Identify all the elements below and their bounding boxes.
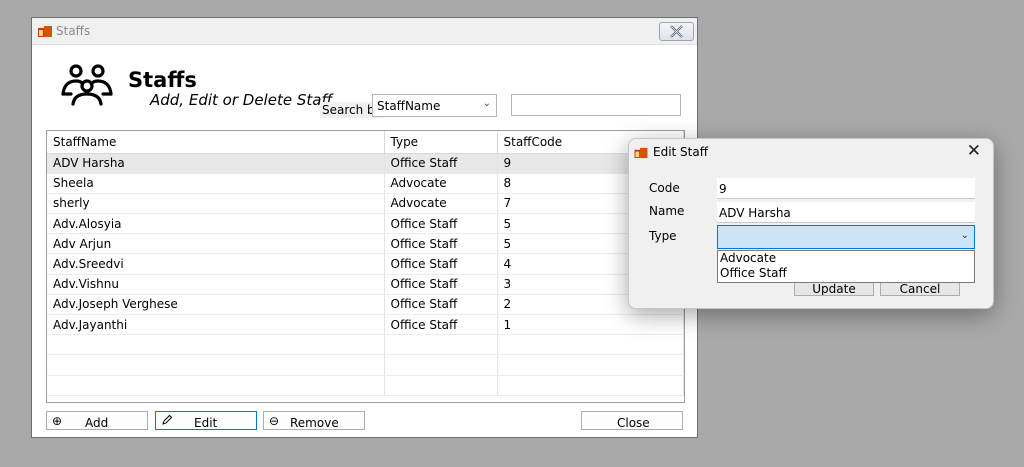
cell-type: Office Staff: [384, 213, 498, 235]
cell-type: Office Staff: [384, 233, 498, 255]
table-row[interactable]: sherly Advocate 7: [47, 193, 684, 215]
remove-button[interactable]: ⊖ Remove: [263, 411, 365, 430]
header-subtitle: Add, Edit or Delete Staff: [150, 91, 333, 109]
type-label: Type: [649, 229, 677, 243]
type-dropdown-list: Advocate Office Staff: [717, 250, 975, 283]
cell-staffname: Adv.Vishnu: [47, 274, 385, 295]
code-label: Code: [649, 181, 680, 195]
staffs-window: Staffs Staffs Add, Edit or Delete Staff …: [31, 17, 698, 438]
chevron-down-icon: ⌄: [960, 230, 969, 241]
remove-button-label: Remove: [290, 416, 339, 430]
search-by-select[interactable]: StaffName ⌄: [372, 94, 497, 117]
search-by-value: StaffName: [377, 99, 441, 113]
edit-button-label: Edit: [194, 416, 218, 430]
pencil-icon: [162, 414, 173, 425]
table-row[interactable]: Adv.Jayanthi Office Staff 1: [47, 314, 684, 336]
cell-type: Advocate: [384, 193, 498, 215]
type-option-advocate[interactable]: Advocate: [718, 251, 974, 266]
table-row[interactable]: Adv Arjun Office Staff 5: [47, 233, 684, 255]
staffs-titlebar: Staffs: [32, 18, 697, 45]
edit-dialog-titlebar: Edit Staff ✕: [629, 139, 993, 165]
cell-type: Advocate: [384, 173, 498, 194]
edit-button[interactable]: Edit: [155, 411, 257, 430]
empty-row: [47, 375, 684, 396]
close-icon[interactable]: ✕: [967, 141, 981, 161]
cell-staffname: Adv.Alosyia: [47, 213, 385, 235]
cell-type: Office Staff: [384, 314, 498, 336]
add-button[interactable]: ⊕ Add: [46, 411, 148, 430]
close-window-button[interactable]: [659, 22, 694, 41]
edit-dialog-title: Edit Staff: [653, 145, 708, 159]
close-button[interactable]: Close: [581, 411, 683, 430]
cell-type: Office Staff: [384, 274, 498, 295]
code-field[interactable]: 9: [717, 178, 975, 199]
plus-circle-icon: ⊕: [52, 414, 63, 428]
table-row[interactable]: Adv.Alosyia Office Staff 5: [47, 213, 684, 235]
column-header-type[interactable]: Type: [384, 131, 498, 154]
column-header-staffname[interactable]: StaffName: [47, 131, 385, 154]
table-row[interactable]: ADV Harsha Office Staff 9: [47, 153, 684, 174]
table-row[interactable]: Adv.Vishnu Office Staff 3: [47, 274, 684, 295]
edit-staff-dialog: Edit Staff ✕ Code 9 Name ADV Harsha Type…: [628, 138, 994, 309]
window-title: Staffs: [56, 24, 91, 38]
cell-staffname: Sheela: [47, 173, 385, 194]
type-option-office-staff[interactable]: Office Staff: [718, 266, 974, 281]
add-button-label: Add: [85, 416, 109, 430]
cell-staffname: Adv Arjun: [47, 233, 385, 255]
table-row[interactable]: Sheela Advocate 8: [47, 173, 684, 194]
cell-staffname: Adv.Joseph Verghese: [47, 294, 385, 316]
name-label: Name: [649, 204, 685, 218]
cell-staffname: Adv.Sreedvi: [47, 253, 385, 275]
grid-header-row: StaffName Type StaffCode: [47, 131, 684, 154]
close-button-label: Close: [617, 416, 650, 430]
cell-type: Office Staff: [384, 153, 498, 174]
close-icon: [670, 25, 683, 38]
cell-staffname: Adv.Jayanthi: [47, 314, 385, 336]
minus-circle-icon: ⊖: [269, 414, 280, 428]
table-row[interactable]: Adv.Sreedvi Office Staff 4: [47, 253, 684, 275]
chevron-down-icon: ⌄: [482, 98, 491, 109]
cell-type: Office Staff: [384, 294, 498, 316]
type-select[interactable]: ⌄: [717, 225, 975, 249]
name-field[interactable]: ADV Harsha: [717, 202, 975, 223]
cell-staffname: sherly: [47, 193, 385, 215]
empty-row: [47, 354, 684, 376]
staff-grid[interactable]: StaffName Type StaffCode ADV Harsha Offic…: [46, 130, 685, 403]
empty-row: [47, 334, 684, 356]
app-icon: [38, 26, 52, 37]
cell-staffname: ADV Harsha: [47, 153, 385, 174]
cell-staffcode: 1: [497, 314, 684, 336]
cell-type: Office Staff: [384, 253, 498, 275]
header-title: Staffs: [128, 68, 197, 92]
table-row[interactable]: Adv.Joseph Verghese Office Staff 2: [47, 294, 684, 316]
people-group-icon: [61, 64, 113, 106]
app-icon: [634, 147, 648, 159]
search-input[interactable]: [511, 94, 681, 116]
